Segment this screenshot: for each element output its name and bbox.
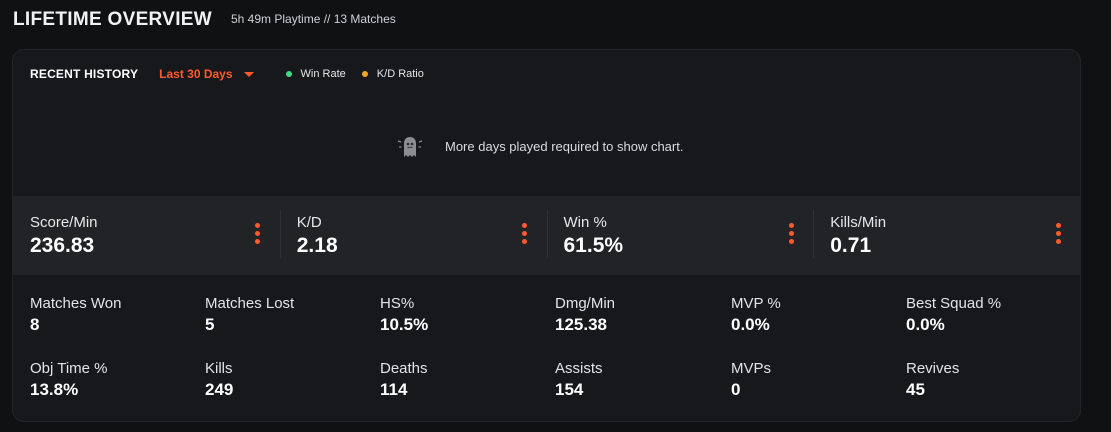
highlight-stat-kd: K/D 2.18 — [279, 196, 547, 275]
stat-kills: Kills 249 — [205, 360, 233, 400]
stat-label: Assists — [555, 360, 603, 377]
win-rate-dot-icon — [285, 71, 292, 77]
recent-history-bar: RECENT HISTORY Last 30 Days Win Rate K/D… — [30, 66, 440, 82]
stat-matches-lost: Matches Lost 5 — [205, 295, 294, 335]
stat-dmg-per-min: Dmg/Min 125.38 — [555, 295, 615, 335]
stat-label: Matches Lost — [205, 295, 295, 312]
section-header: LIFETIME OVERVIEW 5h 49m Playtime // 13 … — [13, 9, 396, 31]
legend-item-win-rate: Win Rate — [285, 68, 346, 80]
stat-value: 0.71 — [830, 234, 872, 257]
stat-label: Matches Won — [30, 295, 122, 312]
stat-value: 13.8% — [30, 380, 79, 399]
stat-label: Revives — [906, 360, 960, 377]
chart-legend: Win Rate K/D Ratio — [285, 68, 440, 80]
stat-value: 0.0% — [731, 315, 770, 334]
stat-hs-percent: HS% 10.5% — [380, 295, 428, 335]
legend-label: K/D Ratio — [376, 68, 424, 80]
stat-value: 249 — [205, 380, 234, 399]
stat-value: 0.0% — [906, 315, 945, 334]
stat-label: K/D — [296, 214, 322, 231]
more-options-icon[interactable] — [522, 223, 528, 247]
highlight-stat-kills-per-min: Kills/Min 0.71 — [813, 196, 1080, 275]
stat-label: HS% — [380, 295, 415, 312]
stat-value: 61.5% — [563, 234, 624, 257]
stat-revives: Revives 45 — [906, 360, 959, 400]
stat-value: 5 — [205, 315, 215, 334]
recent-history-title: RECENT HISTORY — [30, 67, 139, 81]
stat-label: Score/Min — [30, 214, 98, 231]
legend-item-kd-ratio: K/D Ratio — [361, 68, 424, 80]
stat-mvps: MVPs 0 — [731, 360, 771, 400]
stat-value: 45 — [906, 380, 925, 399]
stat-value: 154 — [555, 380, 584, 399]
stat-label: Obj Time % — [30, 360, 108, 377]
highlight-stat-win-percent: Win % 61.5% — [546, 196, 814, 275]
legend-label: Win Rate — [300, 68, 346, 80]
more-options-icon[interactable] — [255, 223, 261, 247]
stat-value: 8 — [30, 315, 40, 334]
stat-label: Win % — [563, 214, 607, 231]
stat-obj-time-percent: Obj Time % 13.8% — [30, 360, 108, 400]
more-options-icon[interactable] — [1055, 223, 1061, 247]
stat-value: 236.83 — [30, 234, 95, 257]
divider — [813, 210, 815, 258]
stat-value: 0 — [731, 380, 741, 399]
stat-label: MVP % — [731, 295, 781, 312]
stat-label: Best Squad % — [906, 295, 1002, 312]
stat-matches-won: Matches Won 8 — [30, 295, 121, 335]
playtime-summary: 5h 49m Playtime // 13 Matches — [231, 12, 396, 26]
more-options-icon[interactable] — [788, 223, 794, 247]
divider — [546, 210, 548, 258]
stat-label: Kills/Min — [830, 214, 887, 231]
stats-row: Obj Time % 13.8% Kills 249 Deaths 114 As… — [30, 360, 1080, 421]
stat-best-squad-percent: Best Squad % 0.0% — [906, 295, 1001, 335]
stats-row: Matches Won 8 Matches Lost 5 HS% 10.5% D… — [30, 295, 1080, 360]
stat-label: Deaths — [380, 360, 428, 377]
stat-deaths: Deaths 114 — [380, 360, 428, 400]
stat-label: Kills — [205, 360, 233, 377]
stat-assists: Assists 154 — [555, 360, 603, 400]
overview-card: RECENT HISTORY Last 30 Days Win Rate K/D… — [12, 49, 1081, 422]
kd-ratio-dot-icon — [361, 71, 368, 77]
stat-value: 2.18 — [296, 234, 338, 257]
highlight-stat-score-per-min: Score/Min 236.83 — [13, 196, 280, 275]
chart-empty-state: More days played required to show chart. — [395, 132, 683, 160]
ghost-icon — [397, 137, 423, 157]
lifetime-overview-page: LIFETIME OVERVIEW 5h 49m Playtime // 13 … — [0, 0, 1111, 432]
date-range-label: Last 30 Days — [159, 67, 233, 81]
stat-value: 125.38 — [555, 315, 607, 334]
highlight-stats-bar: Score/Min 236.83 K/D 2.18 Win % 61.5% Ki… — [13, 196, 1080, 275]
stat-label: Dmg/Min — [555, 295, 616, 312]
divider — [279, 210, 281, 258]
section-title: LIFETIME OVERVIEW — [13, 9, 212, 30]
chevron-down-icon — [243, 71, 254, 77]
stats-grid: Matches Won 8 Matches Lost 5 HS% 10.5% D… — [30, 295, 1080, 421]
stat-label: MVPs — [731, 360, 772, 377]
date-range-dropdown[interactable]: Last 30 Days — [159, 67, 254, 81]
stat-mvp-percent: MVP % 0.0% — [731, 295, 781, 335]
stat-value: 10.5% — [380, 315, 429, 334]
empty-chart-message: More days played required to show chart. — [445, 138, 684, 154]
stat-value: 114 — [380, 380, 408, 399]
